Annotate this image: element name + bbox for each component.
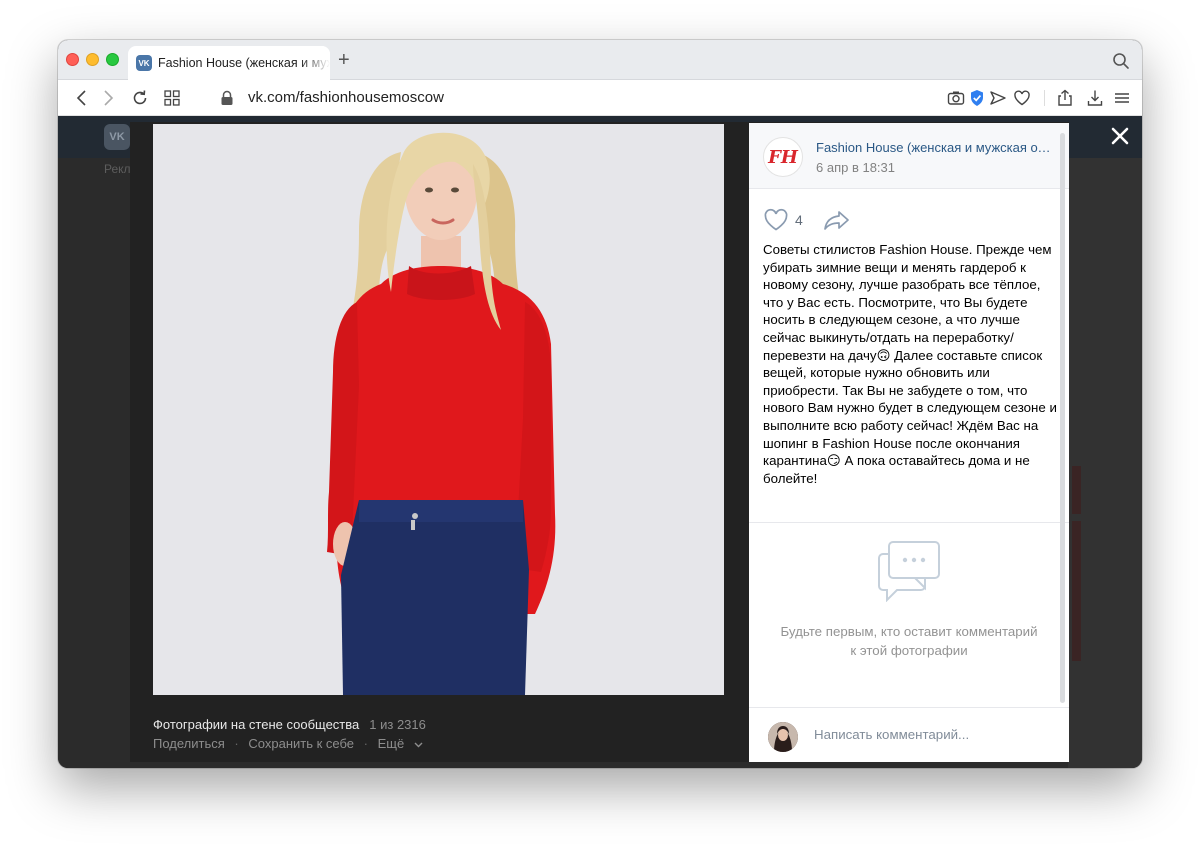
browser-window: VK Fashion House (женская и муж + vk.com… [58, 40, 1142, 768]
send-icon[interactable] [988, 88, 1008, 108]
post-date[interactable]: 6 апр в 18:31 [816, 160, 895, 175]
empty-comments-text: Будьте первым, кто оставит комментарий к… [780, 624, 1038, 658]
new-tab-icon[interactable]: + [338, 50, 350, 70]
more-button[interactable]: Ещё [378, 736, 423, 751]
toolbar: vk.com/fashionhousemoscow [58, 80, 1142, 116]
share-upload-icon[interactable] [1055, 88, 1075, 108]
lock-icon [221, 90, 233, 105]
save-button[interactable]: Сохранить к себе [248, 736, 354, 751]
forward-icon[interactable] [98, 88, 118, 108]
close-icon[interactable] [1110, 126, 1130, 146]
search-icon[interactable] [1112, 52, 1130, 70]
vk-logo-icon: VK [104, 124, 130, 150]
tab-fashion-house[interactable]: VK Fashion House (женская и муж [128, 46, 330, 80]
comments-icon [878, 541, 940, 602]
photo-actions: Поделиться · Сохранить к себе · Ещё [153, 736, 429, 751]
group-logo[interactable]: FH [763, 137, 803, 177]
background-ad-text: Рекл [104, 162, 131, 176]
like-count: 4 [795, 212, 803, 228]
post-header: FH Fashion House (женская и мужская одеж… [749, 123, 1069, 189]
reactions-row: 4 [763, 207, 851, 233]
group-name-link[interactable]: Fashion House (женская и мужская одежда) [816, 140, 1051, 155]
reload-icon[interactable] [130, 88, 150, 108]
scrollbar[interactable] [1060, 133, 1065, 703]
tabs-overview-icon[interactable] [162, 88, 182, 108]
menu-icon[interactable] [1112, 88, 1132, 108]
close-window-button[interactable] [66, 53, 79, 66]
post-text: Советы стилистов Fashion House. Прежде ч… [763, 242, 1057, 486]
comment-input[interactable]: Написать комментарий... [814, 727, 969, 742]
download-icon[interactable] [1085, 88, 1105, 108]
photo-album-title: Фотографии на стене сообщества 1 из 2316 [153, 717, 426, 732]
camera-icon[interactable] [946, 88, 966, 108]
tab-bar: VK Fashion House (женская и муж + [58, 40, 1142, 80]
post-photo[interactable] [153, 124, 724, 695]
comment-bar: Написать комментарий... [749, 707, 1069, 762]
post-sidebar: FH Fashion House (женская и мужская одеж… [749, 123, 1069, 762]
maximize-window-button[interactable] [106, 53, 119, 66]
like-heart-icon[interactable] [763, 208, 789, 232]
minimize-window-button[interactable] [86, 53, 99, 66]
photo-viewer: Фотографии на стене сообщества 1 из 2316 … [130, 122, 1069, 762]
vk-favicon-icon: VK [136, 55, 152, 71]
share-button[interactable]: Поделиться [153, 736, 225, 751]
page-overlay: VK Рекл Фотографии на стене сообщества 1… [58, 116, 1142, 768]
heart-icon[interactable] [1012, 88, 1032, 108]
back-icon[interactable] [72, 88, 92, 108]
share-arrow-icon[interactable] [823, 209, 851, 231]
address-bar[interactable]: vk.com/fashionhousemoscow [248, 89, 444, 106]
background-column [1068, 158, 1142, 768]
avatar [768, 722, 798, 752]
verified-shield-icon[interactable] [967, 88, 987, 108]
chevron-down-icon [414, 742, 423, 748]
photo-counter: 1 из 2316 [369, 717, 426, 732]
